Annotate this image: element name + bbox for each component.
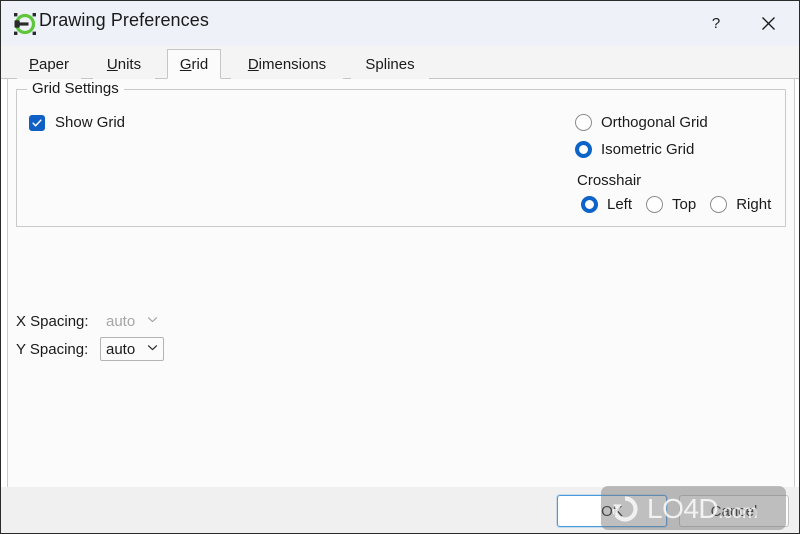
help-icon: ?	[711, 15, 721, 32]
cancel-button-label: Cancel	[710, 502, 758, 520]
tab-grid-mnemonic: G	[179, 55, 192, 73]
drawing-preferences-icon	[12, 11, 38, 37]
tab-dimensions-mnemonic: D	[247, 55, 259, 73]
tab-paper-mnemonic: P	[28, 55, 39, 73]
tab-content-grid: Grid Settings Show Grid Orthogonal Grid …	[7, 79, 795, 488]
radio-selected-icon	[575, 141, 592, 158]
chevron-down-icon	[146, 341, 159, 358]
radio-crosshair-top-label: Top	[672, 196, 697, 213]
grid-settings-group: Grid Settings Show Grid Orthogonal Grid …	[16, 80, 786, 227]
crosshair-label: Crosshair	[577, 172, 642, 189]
y-spacing-label: Y Spacing:	[16, 340, 89, 358]
radio-unselected-icon	[646, 196, 664, 213]
tab-dimensions-label: imensions	[258, 55, 327, 73]
x-spacing-select: auto	[100, 309, 164, 333]
radio-isometric-grid[interactable]: Isometric Grid	[575, 141, 694, 158]
window-title: Drawing Preferences	[39, 10, 209, 30]
ok-button-label: OK	[601, 502, 623, 520]
tab-grid[interactable]: Grid	[167, 49, 221, 79]
tab-dimensions[interactable]: Dimensions	[231, 49, 343, 79]
grid-settings-group-title: Grid Settings	[27, 80, 124, 97]
chevron-down-icon	[146, 313, 159, 330]
titlebar: Drawing Preferences ?	[1, 1, 799, 46]
ok-button[interactable]: OK	[557, 495, 667, 527]
radio-crosshair-top[interactable]: Top	[646, 196, 696, 213]
radio-unselected-icon	[575, 114, 592, 131]
radio-crosshair-right[interactable]: Right	[710, 196, 771, 213]
radio-selected-icon	[581, 196, 598, 213]
tab-paper[interactable]: Paper	[17, 49, 81, 79]
checkbox-checked-icon	[29, 114, 45, 131]
radio-crosshair-right-label: Right	[736, 196, 772, 213]
show-grid-label: Show Grid	[55, 114, 126, 131]
radio-isometric-grid-label: Isometric Grid	[601, 141, 695, 158]
tab-units-label: nits	[117, 55, 142, 73]
close-icon	[761, 16, 776, 31]
tab-paper-label: aper	[38, 55, 70, 73]
crosshair-radio-group: Left Top Right	[581, 196, 771, 213]
radio-unselected-icon	[710, 196, 728, 213]
radio-orthogonal-grid-label: Orthogonal Grid	[601, 114, 708, 131]
x-spacing-value: auto	[106, 312, 136, 330]
cancel-button[interactable]: Cancel	[679, 495, 789, 527]
radio-orthogonal-grid[interactable]: Orthogonal Grid	[575, 114, 708, 131]
radio-crosshair-left-label: Left	[607, 196, 633, 213]
tab-units[interactable]: Units	[93, 49, 155, 79]
radio-crosshair-left[interactable]: Left	[581, 196, 632, 213]
show-grid-checkbox[interactable]: Show Grid	[29, 114, 125, 131]
drawing-preferences-dialog: Drawing Preferences ? Paper Units Grid D…	[0, 0, 800, 534]
close-button[interactable]	[745, 1, 791, 46]
help-button[interactable]: ?	[693, 1, 739, 46]
dialog-footer: OK Cancel	[1, 487, 799, 533]
tab-splines-label: Splines	[365, 55, 415, 73]
y-spacing-value: auto	[106, 340, 136, 358]
x-spacing-row: X Spacing: auto	[16, 309, 164, 333]
y-spacing-select[interactable]: auto	[100, 337, 164, 361]
x-spacing-label: X Spacing:	[16, 312, 89, 330]
tab-splines[interactable]: Splines	[351, 49, 429, 79]
tab-grid-label: rid	[191, 55, 209, 73]
tab-strip: Paper Units Grid Dimensions Splines	[1, 46, 799, 79]
tab-units-mnemonic: U	[106, 55, 118, 73]
y-spacing-row: Y Spacing: auto	[16, 337, 164, 361]
